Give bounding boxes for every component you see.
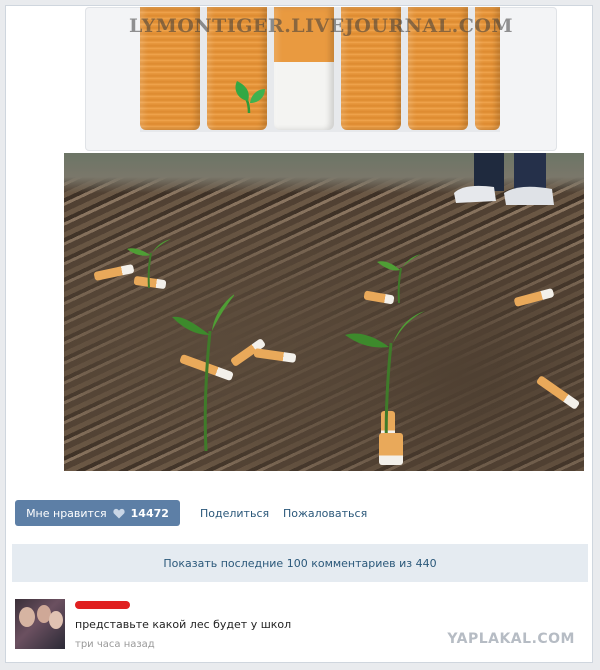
leaf-icon <box>235 81 265 114</box>
cigarette-butt <box>253 348 297 363</box>
cigarette-butt <box>513 287 555 308</box>
heart-icon <box>113 508 125 518</box>
shoes-image <box>454 153 554 205</box>
report-link[interactable]: Пожаловаться <box>283 507 367 520</box>
avatar-face <box>19 607 35 627</box>
redacted-author-name <box>75 601 130 609</box>
like-label: Мне нравится <box>26 506 107 520</box>
sprouts-photo <box>64 153 584 471</box>
share-link[interactable]: Поделиться <box>200 507 269 520</box>
avatar[interactable] <box>15 599 65 649</box>
like-count: 14472 <box>130 506 169 520</box>
comment-text: представьте какой лес будет у школ <box>75 618 292 631</box>
comment-timestamp[interactable]: три часа назад <box>75 639 155 650</box>
sprout-small <box>377 254 421 304</box>
show-comments-label: Показать последние 100 комментариев из 4… <box>163 556 437 570</box>
like-button[interactable]: Мне нравится 14472 <box>15 500 180 526</box>
cigarette-pack-image: LYMONTIGER.LIVEJOURNAL.COM <box>85 7 557 151</box>
avatar-face <box>49 611 63 629</box>
cigarette-butt <box>535 375 581 410</box>
source-watermark: LYMONTIGER.LIVEJOURNAL.COM <box>129 15 513 37</box>
site-watermark: YAPLAKAL.COM <box>447 631 575 647</box>
show-comments-button[interactable]: Показать последние 100 комментариев из 4… <box>12 544 588 582</box>
sprout-small <box>127 239 171 289</box>
sprouting-cigarette-butt <box>379 433 403 465</box>
